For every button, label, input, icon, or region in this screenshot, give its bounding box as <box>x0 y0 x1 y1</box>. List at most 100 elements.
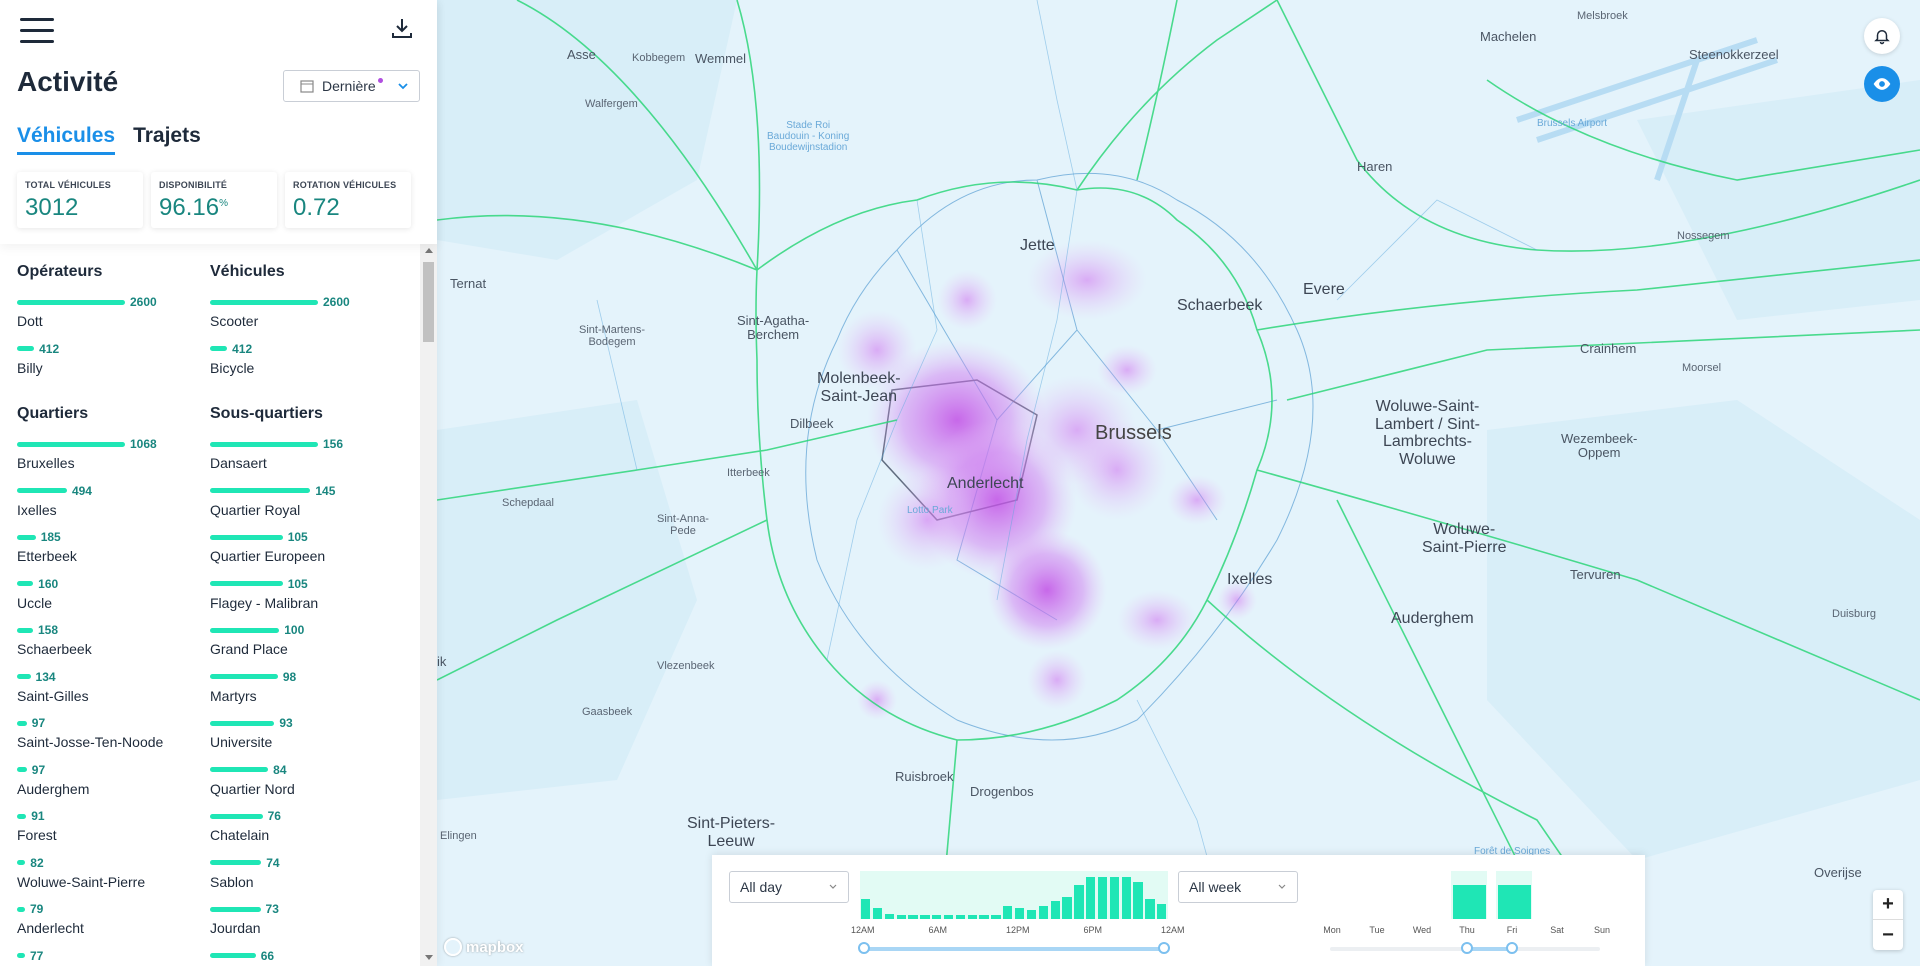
period-select[interactable]: Dernière <box>283 70 420 102</box>
stat-name: Bruxelles <box>17 455 75 471</box>
stat-item[interactable]: 145 Quartier Royal <box>210 483 400 530</box>
notifications-button[interactable] <box>1864 18 1900 54</box>
tab-trajets[interactable]: Trajets <box>133 124 201 155</box>
kpi-disponibilite: DISPONIBILITÉ 96.16% <box>151 172 277 228</box>
scroll-down-arrow-icon[interactable] <box>425 955 433 960</box>
stat-item[interactable]: 97 Auderghem <box>17 762 207 809</box>
hour-bar <box>955 915 966 919</box>
stat-item[interactable]: 105 Quartier Europeen <box>210 529 400 576</box>
hour-bar <box>943 914 954 919</box>
hour-slider-start-handle[interactable] <box>858 942 870 954</box>
stat-item[interactable]: 73 Jourdan <box>210 901 400 948</box>
menu-icon[interactable] <box>20 18 54 48</box>
stat-bar <box>17 488 67 493</box>
stat-item[interactable]: 156 Dansaert <box>210 436 400 483</box>
stat-item[interactable]: 160 Uccle <box>17 576 207 623</box>
stat-item[interactable]: 2600 Scooter <box>210 294 400 341</box>
stat-item[interactable]: 185 Etterbeek <box>17 529 207 576</box>
stat-name: Schaerbeek <box>17 641 92 657</box>
stat-value: 74 <box>266 855 280 870</box>
zoom-in-button[interactable]: + <box>1873 890 1903 920</box>
day-label: Thu <box>1459 925 1475 935</box>
day-label: Sat <box>1550 925 1564 935</box>
stat-bar <box>17 767 27 772</box>
stat-bar-row: 93 <box>210 715 400 731</box>
stat-value: 98 <box>282 669 297 684</box>
map-label: Elingen <box>440 830 477 842</box>
section-title: Quartiers <box>17 405 89 422</box>
visibility-toggle-button[interactable] <box>1864 66 1900 102</box>
sidebar-scrollbar[interactable] <box>420 244 437 966</box>
stat-bar-row: 79 <box>17 901 207 917</box>
week-range-select[interactable]: All week <box>1178 871 1298 903</box>
zoom-out-button[interactable]: − <box>1873 920 1903 950</box>
stat-value: 2600 <box>323 295 350 309</box>
stat-bar-row: 2600 <box>210 294 400 310</box>
stat-item[interactable]: 84 Quartier Nord <box>210 762 400 809</box>
stat-item[interactable]: 91 Forest <box>17 808 207 855</box>
stat-bar <box>17 953 25 958</box>
day-slider-end-handle[interactable] <box>1506 942 1518 954</box>
stat-value: 105 <box>287 530 308 544</box>
hour-bar <box>1074 884 1084 919</box>
hour-bar <box>861 899 871 919</box>
stat-bar <box>210 674 278 679</box>
kpi-value: 3012 <box>25 194 79 221</box>
hour-bar <box>967 915 977 919</box>
stat-item[interactable]: 66 <box>210 948 400 966</box>
stat-bar <box>17 860 26 865</box>
map-label: Brussels <box>1095 422 1172 444</box>
stat-value: 156 <box>323 437 344 451</box>
map-label: Schepdaal <box>502 497 554 509</box>
stat-item[interactable]: 158 Schaerbeek <box>17 622 207 669</box>
day-range-select[interactable]: All day <box>729 871 849 903</box>
stat-item[interactable]: 97 Saint-Josse-Ten-Noode <box>17 715 207 762</box>
stat-value: 73 <box>265 902 279 916</box>
stat-item[interactable]: 134 Saint-Gilles <box>17 669 207 716</box>
stat-bar <box>17 813 27 819</box>
stat-item[interactable]: 77 <box>17 948 207 966</box>
stat-value: 494 <box>71 483 92 498</box>
map-layers <box>437 0 1920 966</box>
stat-item[interactable]: 100 Grand Place <box>210 622 400 669</box>
download-icon[interactable] <box>390 16 420 46</box>
day-label: Wed <box>1412 925 1432 935</box>
stat-item[interactable]: 79 Anderlecht <box>17 901 207 948</box>
day-label: Sun <box>1593 925 1610 935</box>
stat-item[interactable]: 105 Flagey - Malibran <box>210 576 400 623</box>
map-label: Tervuren <box>1570 567 1621 582</box>
stat-item[interactable]: 98 Martyrs <box>210 669 400 716</box>
stat-value: 77 <box>30 948 44 963</box>
stat-item[interactable]: 1068 Bruxelles <box>17 436 207 483</box>
hour-slider-track[interactable] <box>864 947 1164 951</box>
stat-name: Dott <box>17 313 43 329</box>
stat-item[interactable]: 82 Woluwe-Saint-Pierre <box>17 855 207 902</box>
stat-item[interactable]: 412 Bicycle <box>210 341 400 388</box>
stat-bar <box>17 720 27 726</box>
map-canvas[interactable]: Asse Kobbegem Wemmel Walfergem Melsbroek Mach… <box>437 0 1920 966</box>
day-slider-start-handle[interactable] <box>1461 942 1473 954</box>
stat-item[interactable]: 2600 Dott <box>17 294 207 341</box>
hour-slider-end-handle[interactable] <box>1158 942 1170 954</box>
stat-bar-row: 84 <box>210 762 400 778</box>
stat-bar <box>210 720 275 726</box>
stat-bar-row: 494 <box>17 483 207 499</box>
vehicles-section: Véhicules 2600 Scooter 412 Bicycle <box>210 260 400 387</box>
stat-name: Anderlecht <box>17 920 84 936</box>
stat-value: 82 <box>30 855 44 870</box>
hour-bar <box>932 915 942 919</box>
stat-item[interactable]: 76 Chatelain <box>210 808 400 855</box>
stat-item[interactable]: 93 Universite <box>210 715 400 762</box>
hour-tick-label: 6PM <box>1083 925 1103 935</box>
scroll-up-arrow-icon[interactable] <box>425 248 433 253</box>
stat-item[interactable]: 74 Sablon <box>210 855 400 902</box>
tab-vehicules[interactable]: Véhicules <box>17 124 116 155</box>
scrollbar-thumb[interactable] <box>423 262 434 342</box>
map-label: Crainhem <box>1580 341 1637 356</box>
stat-item[interactable]: 494 Ixelles <box>17 483 207 530</box>
stat-item[interactable]: 412 Billy <box>17 341 207 388</box>
calendar-icon <box>300 80 314 93</box>
stat-bar <box>17 299 125 305</box>
stat-bar <box>210 813 263 819</box>
stat-bar-row: 134 <box>17 669 207 685</box>
